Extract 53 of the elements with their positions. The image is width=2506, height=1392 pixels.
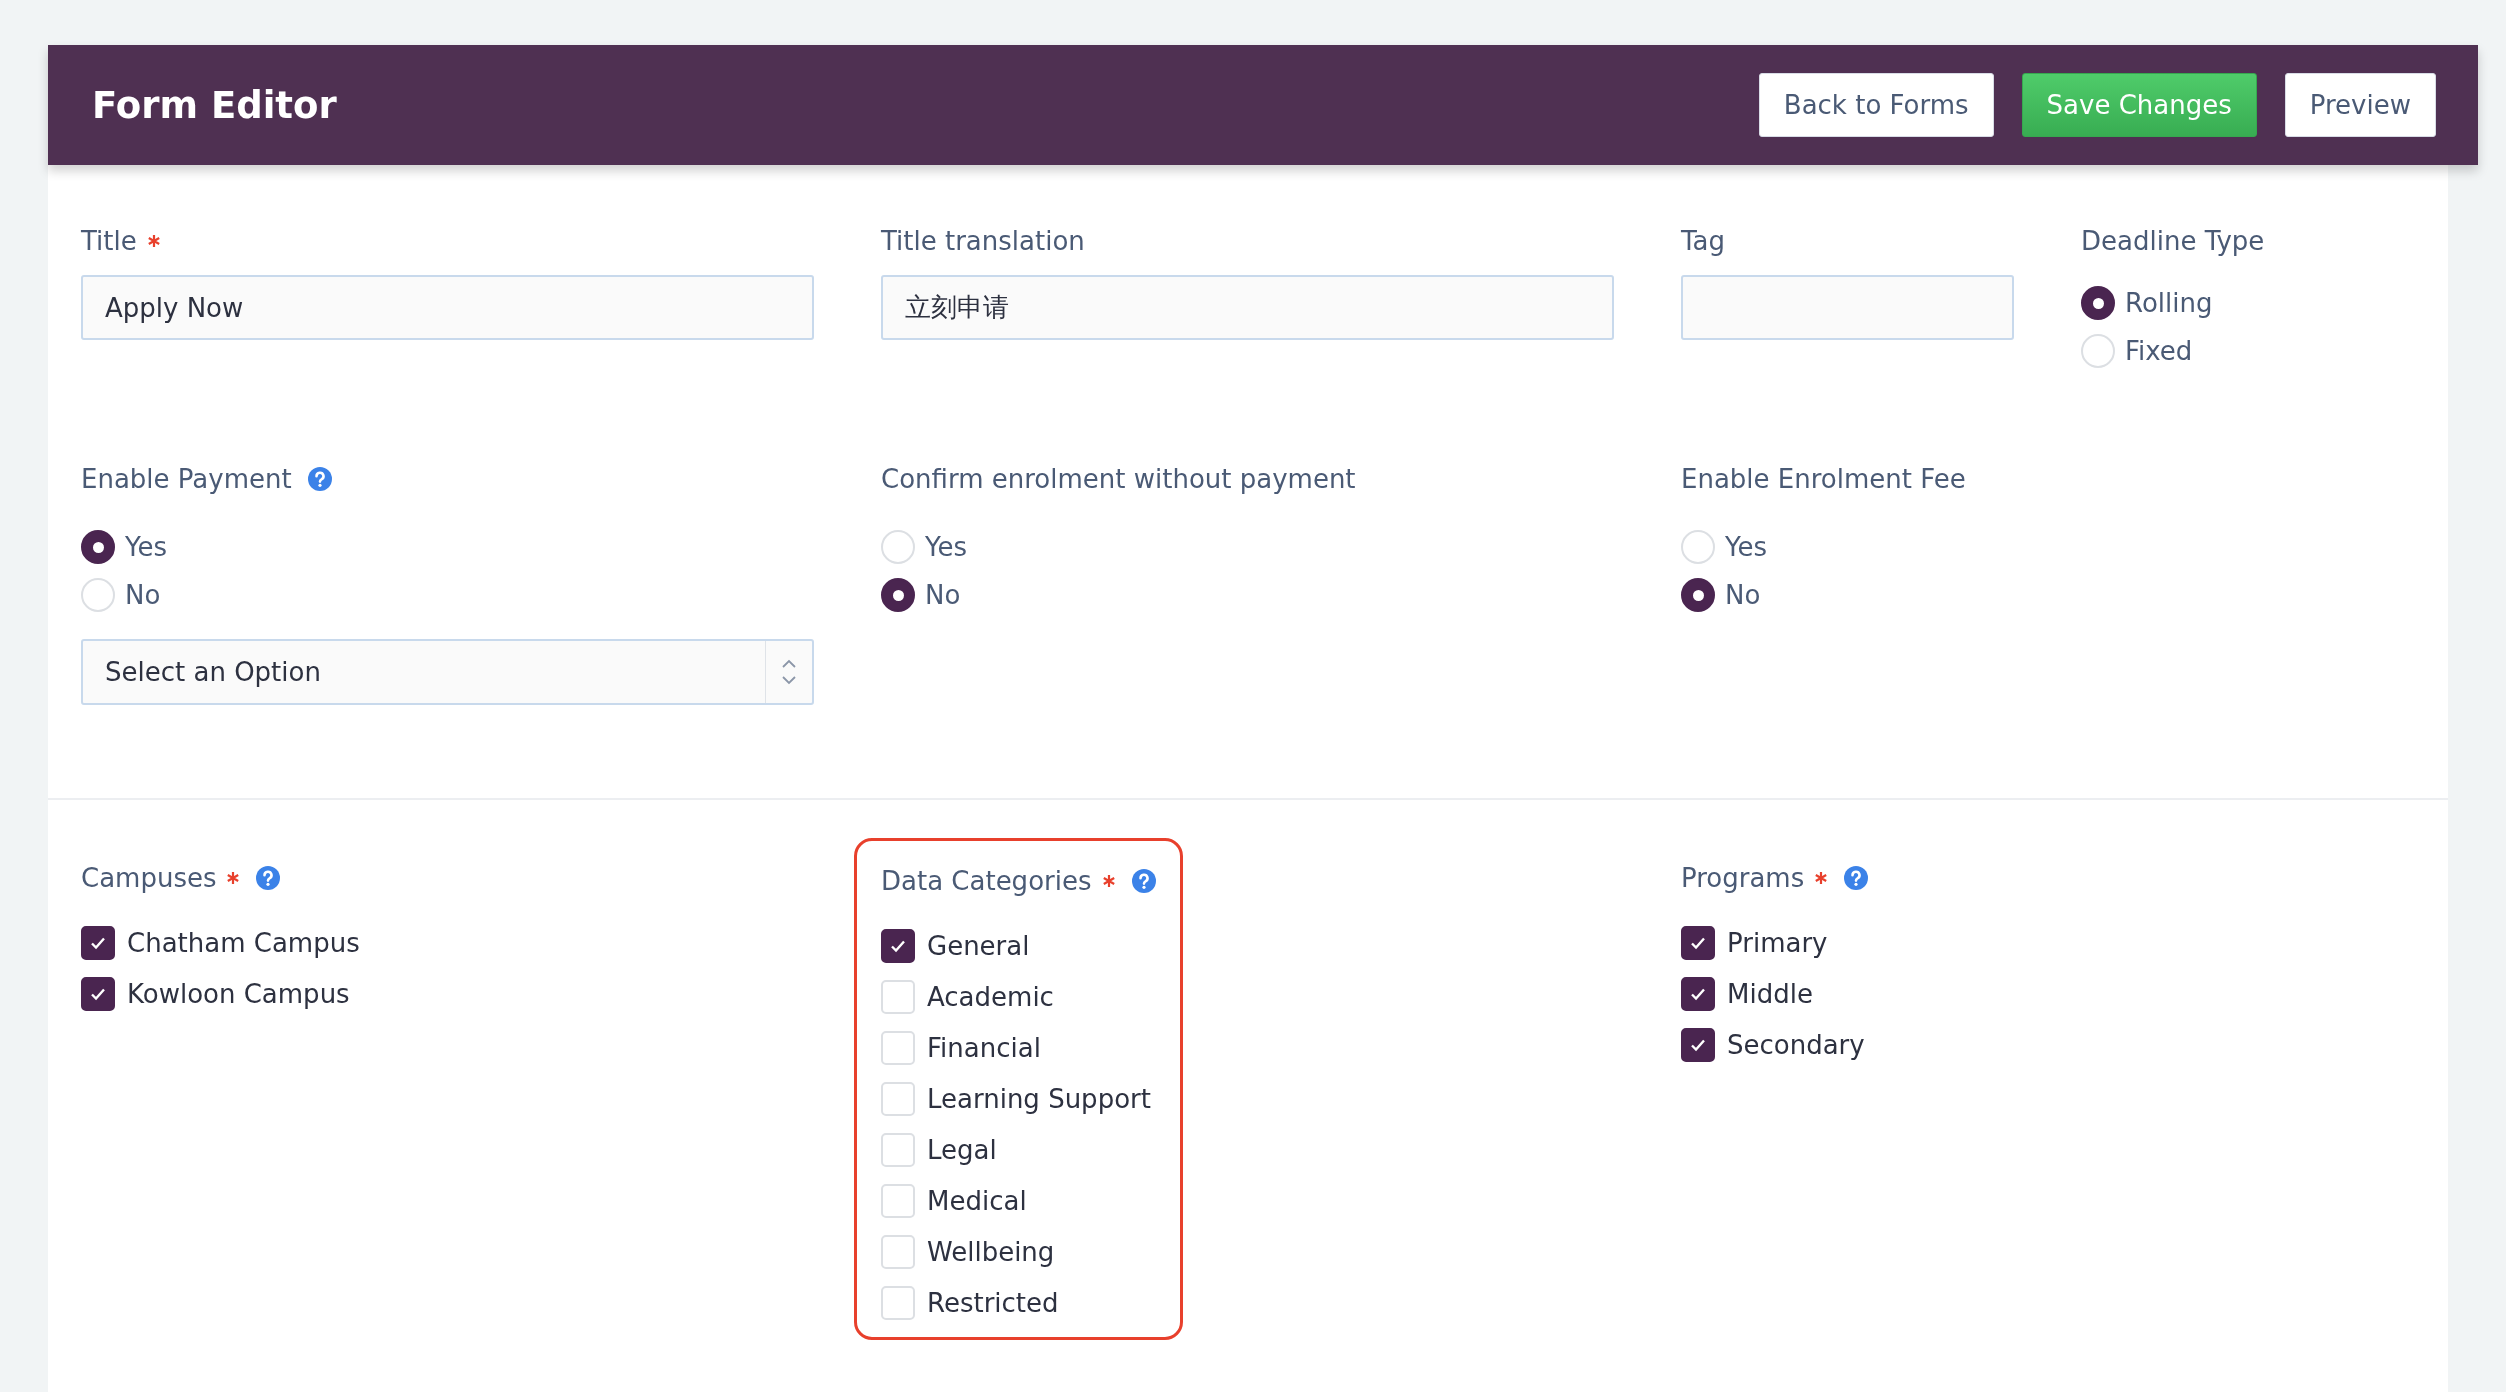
radio-button[interactable] — [81, 530, 115, 564]
option-label: Medical — [927, 1185, 1027, 1216]
option-label: Learning Support — [927, 1083, 1151, 1114]
option-label: Legal — [927, 1134, 997, 1165]
option-label: Financial — [927, 1032, 1041, 1063]
option-label: No — [125, 580, 161, 610]
option-label: Yes — [125, 532, 167, 562]
checkbox[interactable] — [81, 925, 115, 960]
field-label: Programs — [1681, 863, 1805, 893]
field-label: Deadline Type — [2081, 226, 2265, 256]
select-dropdown[interactable]: Select an Option — [81, 639, 814, 705]
field-label: Confirm enrolment without payment — [881, 464, 1356, 494]
help-icon[interactable] — [1844, 866, 1869, 890]
text-field[interactable]: 立刻申请 — [881, 275, 1614, 340]
checkbox[interactable] — [81, 976, 115, 1011]
option-label: Chatham Campus — [127, 927, 360, 958]
header-button[interactable]: Preview — [2284, 73, 2436, 137]
option-label: Wellbeing — [927, 1236, 1055, 1267]
help-icon[interactable] — [256, 866, 281, 890]
header-button[interactable]: Back to Forms — [1758, 73, 1994, 137]
text-field[interactable]: Apply Now — [81, 275, 814, 340]
option-label: Yes — [1725, 532, 1767, 562]
option-label: Fixed — [2125, 336, 2193, 366]
field-label: Tag — [1681, 226, 1725, 256]
field-label: Title — [81, 226, 137, 256]
radio-button[interactable] — [881, 578, 915, 612]
option-label: No — [1725, 580, 1761, 610]
field-label: Campuses — [81, 863, 217, 893]
field-label: Enable Payment — [81, 464, 292, 494]
option-label: Middle — [1727, 978, 1813, 1009]
field-label: Enable Enrolment Fee — [1681, 464, 1966, 494]
help-icon[interactable] — [307, 467, 332, 491]
option-label: General — [927, 930, 1030, 961]
option-label: Academic — [927, 981, 1054, 1012]
checkbox[interactable] — [1681, 1027, 1715, 1062]
radio-button[interactable] — [2081, 286, 2115, 320]
field-label: Data Categories — [881, 866, 1092, 896]
option-label: Restricted — [927, 1287, 1059, 1318]
option-label: Secondary — [1727, 1029, 1865, 1060]
option-label: Primary — [1727, 927, 1828, 958]
field-label: Title translation — [881, 226, 1085, 256]
checkbox[interactable] — [881, 928, 915, 963]
option-label: Rolling — [2125, 288, 2213, 318]
option-label: No — [925, 580, 961, 610]
radio-button[interactable] — [1681, 578, 1715, 612]
text-field[interactable] — [1681, 275, 2014, 340]
up-down-chevron-icon — [781, 658, 797, 686]
checkbox[interactable] — [1681, 976, 1715, 1011]
option-label: Kowloon Campus — [127, 978, 350, 1009]
option-label: Yes — [925, 532, 967, 562]
checkbox[interactable] — [1681, 925, 1715, 960]
page-title: Form Editor — [92, 83, 338, 127]
help-icon[interactable] — [1131, 869, 1156, 893]
